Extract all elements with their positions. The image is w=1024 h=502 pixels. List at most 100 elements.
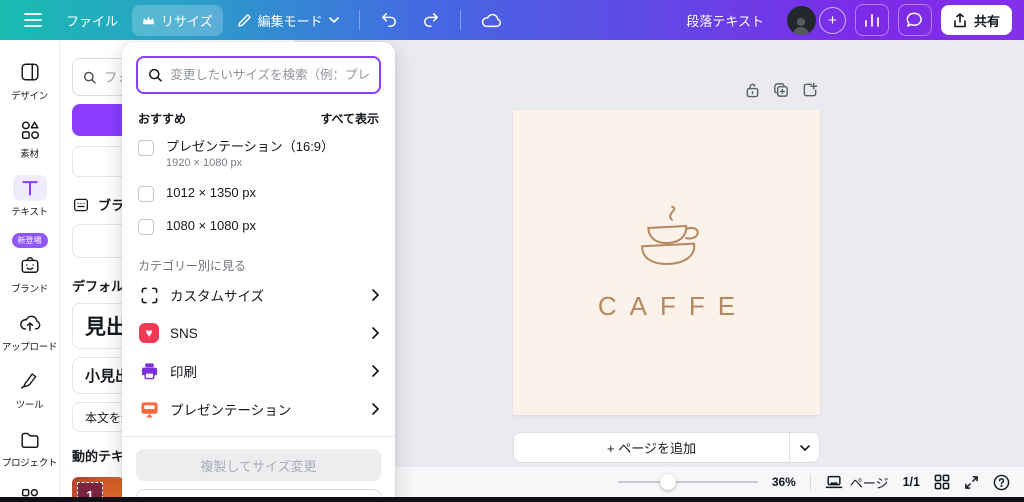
zoom-percent[interactable]: 36% [772, 475, 796, 489]
help-button[interactable] [993, 474, 1010, 491]
zoom-slider-thumb[interactable] [660, 474, 676, 490]
checkbox[interactable] [138, 140, 154, 156]
crown-icon [142, 15, 155, 26]
sidebar-item-label: 素材 [20, 146, 38, 160]
coffee-cup-logo [615, 200, 719, 283]
canvas-area[interactable]: CAFFE + ページを追加 [295, 40, 1024, 467]
size-option-label: プレゼンテーション（16:9） [166, 139, 334, 155]
page-number-1: 1 [77, 482, 103, 497]
resize-menu-button[interactable]: リサイズ [132, 5, 223, 36]
duplicate-page-button[interactable] [773, 82, 789, 98]
category-label: カスタムサイズ [170, 285, 362, 305]
chevron-right-icon [372, 327, 379, 339]
document-title[interactable]: 段落テキスト [686, 11, 764, 30]
redo-button[interactable] [412, 6, 450, 34]
add-member-button[interactable]: + [819, 7, 846, 34]
pages-view-button[interactable]: ページ [825, 473, 889, 492]
file-menu-button[interactable]: ファイル [56, 5, 128, 36]
dropdown-divider [122, 436, 395, 437]
person-icon [790, 15, 812, 35]
zoom-slider[interactable] [618, 474, 758, 490]
category-label: 印刷 [170, 361, 362, 381]
unlock-icon [745, 82, 760, 98]
category-presentation[interactable]: プレゼンテーション [136, 390, 381, 428]
category-sns[interactable]: ♥ SNS [136, 314, 381, 352]
sidebar-item-label: ブランド [11, 281, 48, 295]
category-header: カテゴリー別に見る [138, 257, 379, 274]
size-option-label: 1080 × 1080 px [166, 218, 256, 234]
category-label: プレゼンテーション [170, 399, 362, 419]
size-option-presentation[interactable]: プレゼンテーション（16:9） 1920 × 1080 px [136, 131, 381, 177]
redo-icon [422, 12, 440, 28]
toolbar-separator [460, 10, 461, 30]
pen-tool-icon [19, 371, 40, 391]
checkbox[interactable] [138, 186, 154, 202]
resize-menu-label: リサイズ [161, 11, 213, 30]
toolbar-separator [359, 10, 360, 30]
insights-button[interactable] [855, 4, 889, 36]
chevron-down-icon [800, 445, 810, 451]
lock-button[interactable] [745, 82, 760, 98]
statusbar-separator [810, 474, 811, 490]
sidebar-item-brand[interactable]: 新登場 ブランド [0, 226, 60, 303]
brand-icon [19, 255, 41, 275]
expand-arrows-icon [964, 475, 979, 490]
sidebar-item-text[interactable]: テキスト [0, 168, 60, 226]
category-print[interactable]: 印刷 [136, 352, 381, 390]
add-page-button[interactable]: + ページを追加 [514, 433, 789, 462]
pages-label: ページ [850, 473, 889, 492]
edit-mode-label: 編集モード [258, 11, 323, 30]
upload-cloud-icon [19, 313, 41, 333]
laptop-page-icon [825, 475, 843, 489]
top-toolbar: ファイル リサイズ 編集モード 段落テキスト [0, 0, 1024, 40]
presentation-icon [140, 400, 159, 419]
sidebar-item-projects[interactable]: プロジェクト [0, 419, 60, 477]
brand-kit-icon [72, 196, 90, 214]
add-page-icon [802, 82, 818, 98]
cloud-save-status-button[interactable] [471, 6, 511, 34]
category-custom-size[interactable]: カスタムサイズ [136, 276, 381, 314]
sidebar-item-tools[interactable]: ツール [0, 361, 60, 419]
page-controls [745, 82, 818, 98]
design-page[interactable]: CAFFE [513, 110, 820, 415]
sidebar-item-label: プロジェクト [2, 455, 57, 469]
add-page-icon-button[interactable] [802, 82, 818, 98]
edit-mode-button[interactable]: 編集モード [227, 5, 349, 36]
size-option-1012x1350[interactable]: 1012 × 1350 px [136, 177, 381, 210]
undo-button[interactable] [370, 6, 408, 34]
size-option-dimensions: 1920 × 1080 px [166, 157, 334, 169]
hamburger-menu-button[interactable] [14, 7, 52, 33]
bar-chart-icon [864, 13, 880, 28]
share-button-label: 共有 [974, 11, 1000, 30]
custom-size-icon [140, 286, 159, 305]
resize-search-box[interactable] [136, 56, 381, 94]
sidebar-item-design[interactable]: デザイン [0, 52, 60, 110]
grid-view-icon [934, 474, 950, 490]
sidebar-item-label: デザイン [11, 88, 48, 102]
page-numbers-thumbnail: 1 2 [72, 477, 124, 497]
chevron-down-icon [329, 17, 339, 23]
show-all-link[interactable]: すべて表示 [320, 110, 379, 127]
size-option-label: 1012 × 1350 px [166, 185, 256, 201]
pencil-icon [237, 13, 252, 28]
folder-icon [19, 430, 41, 449]
add-page-split-button: + ページを追加 [513, 432, 820, 463]
comment-bubble-icon [906, 12, 923, 28]
sidebar-item-uploads[interactable]: アップロード [0, 303, 60, 361]
chevron-right-icon [372, 289, 379, 301]
fullscreen-button[interactable] [964, 475, 979, 490]
size-option-1080x1080[interactable]: 1080 × 1080 px [136, 210, 381, 243]
duplicate-and-resize-button[interactable]: 複製してサイズ変更 [136, 449, 381, 481]
design-icon [19, 61, 41, 83]
share-button[interactable]: 共有 [941, 5, 1012, 35]
comments-button[interactable] [898, 4, 932, 36]
sidebar-item-elements[interactable]: 素材 [0, 110, 60, 168]
resize-dropdown-panel: おすすめ すべて表示 プレゼンテーション（16:9） 1920 × 1080 p… [122, 42, 395, 502]
checkbox[interactable] [138, 219, 154, 235]
grid-view-button[interactable] [934, 474, 950, 490]
sns-heart-icon: ♥ [139, 323, 159, 343]
add-page-dropdown-button[interactable] [789, 433, 819, 462]
caffe-logo-text[interactable]: CAFFE [585, 291, 748, 322]
avatar[interactable] [787, 6, 816, 35]
resize-search-input[interactable] [170, 68, 369, 82]
